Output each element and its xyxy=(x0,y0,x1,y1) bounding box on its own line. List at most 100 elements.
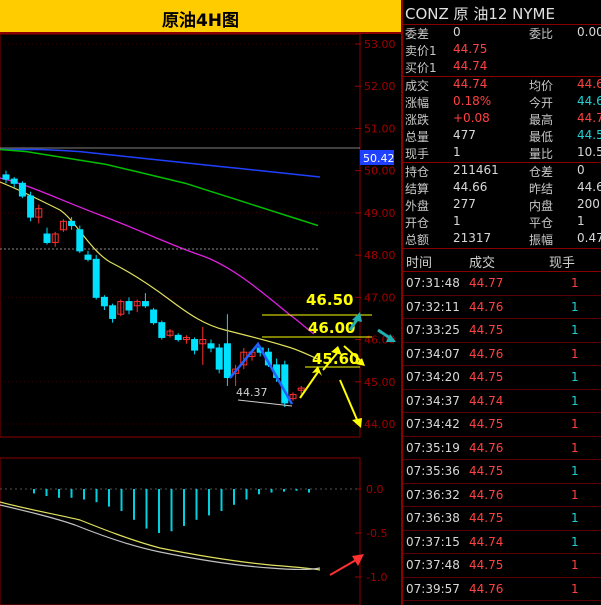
trade-time: 07:33:25 xyxy=(406,323,460,337)
trade-price: 44.76 xyxy=(469,581,504,596)
candle-body xyxy=(141,301,149,307)
trade-time: 07:37:15 xyxy=(406,534,460,549)
quote-label: 持仓 xyxy=(405,165,430,179)
quote-label: 总额 xyxy=(405,233,430,247)
quote-row: 买价1 44.74 xyxy=(403,59,601,76)
trade-row[interactable]: 07:34:20 44.75 1 xyxy=(403,366,601,390)
quote-row: 开仓 1 平仓 1 xyxy=(403,214,601,231)
quote-label: 成交 xyxy=(405,79,430,93)
trade-row[interactable]: 07:36:32 44.76 1 xyxy=(403,484,601,507)
trade-row[interactable]: 07:32:11 44.76 1 xyxy=(403,296,601,319)
quote-value: +0.08 xyxy=(453,111,490,125)
price-tick-label: 50.00 xyxy=(364,165,396,178)
quote-label: 均价 xyxy=(529,79,554,93)
trade-volume: 1 xyxy=(571,393,579,408)
trade-row[interactable]: 07:34:37 44.74 1 xyxy=(403,390,601,413)
quote-label: 仓差 xyxy=(529,165,554,179)
trade-list-header: 时间 成交 现手 xyxy=(403,248,601,272)
candlestick-chart[interactable]: 53.00 52.00 51.00 50.00 49.00 48.00 47.00 46.00… xyxy=(0,0,401,605)
header-vol: 现手 xyxy=(549,256,576,271)
current-price-label: 50.42 xyxy=(363,152,395,165)
quote-value: 0 xyxy=(453,25,461,39)
trade-row[interactable]: 07:39:57 44.76 1 xyxy=(403,578,601,601)
indicator-tick-label: -0.5 xyxy=(366,527,387,540)
candle-body xyxy=(100,296,108,307)
trade-volume: 1 xyxy=(571,370,579,384)
quote-label: 结算 xyxy=(405,182,430,196)
candle-body xyxy=(223,343,231,379)
price-tick-label: 45.00 xyxy=(364,376,396,389)
price-tick-label: 53.00 xyxy=(364,38,396,51)
trade-volume: 1 xyxy=(571,487,579,502)
trade-price: 44.75 xyxy=(469,511,504,525)
trade-time: 07:34:20 xyxy=(406,370,460,384)
candle-body xyxy=(174,334,182,341)
trade-row[interactable]: 07:37:15 44.74 1 xyxy=(403,531,601,554)
trade-volume: 1 xyxy=(571,346,579,361)
trade-time: 07:36:32 xyxy=(406,487,460,502)
trade-row[interactable]: 07:35:19 44.76 1 xyxy=(403,437,601,460)
trade-list[interactable]: 07:31:48 44.77 1 07:32:11 44.76 1 07:33:25 44.7… xyxy=(403,272,601,601)
trade-row[interactable]: 07:34:42 44.75 1 xyxy=(403,413,601,437)
trade-row[interactable]: 07:35:36 44.75 1 xyxy=(403,460,601,484)
price-tick-label: 51.00 xyxy=(364,122,396,135)
trade-row[interactable]: 07:31:48 44.77 1 xyxy=(403,272,601,296)
quote-rows: 委差0委比0.00%卖价144.75买价144.74成交44.74均价44.6涨… xyxy=(403,25,601,248)
candle-body xyxy=(43,233,51,243)
quote-row: 总额 21317 振幅 0.47 xyxy=(403,231,601,248)
price-axis: 53.0052.0051.0050.0049.0048.0047.0046.00… xyxy=(355,38,396,431)
indicator-tick-label: 0.0 xyxy=(366,483,384,496)
quote-row: 涨跌 +0.08 最高 44.7 xyxy=(403,111,601,128)
header-time: 时间 xyxy=(406,256,433,271)
quote-label: 今开 xyxy=(529,96,554,110)
quote-row: 成交 44.74 均价 44.6 xyxy=(403,76,601,94)
trade-time: 07:34:42 xyxy=(406,417,460,431)
trade-row[interactable]: 07:36:38 44.75 1 xyxy=(403,507,601,531)
indicator-tick-label: -1.0 xyxy=(366,571,387,584)
trade-volume: 1 xyxy=(571,581,579,596)
trade-row[interactable]: 07:34:07 44.76 1 xyxy=(403,343,601,366)
trade-volume: 1 xyxy=(571,558,579,572)
quote-label: 最高 xyxy=(529,113,554,127)
trade-time: 07:35:19 xyxy=(406,440,460,455)
ma-green-line xyxy=(0,148,319,227)
trade-time: 07:34:07 xyxy=(406,346,460,361)
quote-label: 平仓 xyxy=(529,216,554,230)
trade-price: 44.74 xyxy=(469,393,504,408)
trade-row[interactable]: 07:33:25 44.75 1 xyxy=(403,319,601,343)
header-price: 成交 xyxy=(469,256,496,271)
red-arrow-head xyxy=(352,554,364,566)
trade-row[interactable]: 07:37:48 44.75 1 xyxy=(403,554,601,578)
quote-label: 涨跌 xyxy=(405,113,430,127)
low-label: 44.37 xyxy=(236,386,268,399)
trade-price: 44.75 xyxy=(469,464,504,478)
indicator-panel-frame xyxy=(0,457,361,605)
candle-body xyxy=(109,305,117,319)
arrow-down-head xyxy=(352,418,362,428)
quote-value: 200 xyxy=(577,197,600,211)
macd-histogram xyxy=(33,489,310,533)
arrow-up-1 xyxy=(299,371,319,399)
trade-price: 44.76 xyxy=(469,346,504,361)
ma-blue-line xyxy=(0,148,321,178)
price-tick-label: 49.00 xyxy=(364,207,396,220)
candle-body xyxy=(10,178,18,184)
quote-value: 211461 xyxy=(453,163,499,177)
quote-value: 21317 xyxy=(453,231,492,245)
price-panel-frame xyxy=(0,33,361,438)
quote-panel: CONZ 原 油12 NYME 委差 0 委比 0.00% 卖价1 44.75 买价1 44.… xyxy=(403,0,601,605)
quote-label: 现手 xyxy=(405,147,430,161)
quote-label: 买价1 xyxy=(405,61,437,75)
quote-value: 44.7 xyxy=(577,111,601,125)
quote-value: 44.75 xyxy=(453,42,488,56)
trade-time: 07:36:38 xyxy=(406,511,460,525)
quote-label: 总量 xyxy=(405,130,430,144)
quote-value: 10.5 xyxy=(577,145,601,159)
level-1-label: 46.50 xyxy=(306,291,353,309)
candle-body xyxy=(18,182,26,197)
chart-panel[interactable]: 原油4H图 53.00 52.00 51.00 50.00 49.00 48.00 47.0… xyxy=(0,0,403,605)
trade-price: 44.76 xyxy=(469,487,504,502)
quote-value: 1 xyxy=(453,214,461,228)
quote-value: 277 xyxy=(453,197,476,211)
quote-row: 委差 0 委比 0.00% xyxy=(403,25,601,42)
